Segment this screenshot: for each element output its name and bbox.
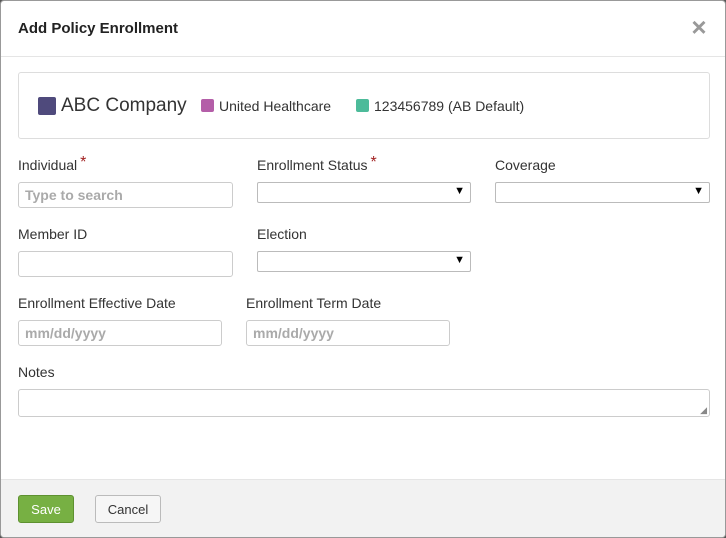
coverage-select[interactable]: ▼ <box>495 182 710 203</box>
add-policy-enrollment-dialog: Add Policy Enrollment × ABC Company Unit… <box>0 0 726 538</box>
dialog-title: Add Policy Enrollment <box>18 20 179 37</box>
individual-label-text: Individual <box>18 157 78 173</box>
enrollment-status-label-text: Enrollment Status <box>257 157 368 173</box>
company-info: ABC Company <box>38 73 187 138</box>
cancel-button[interactable]: Cancel <box>95 495 161 523</box>
individual-search-input[interactable] <box>18 182 233 208</box>
carrier-info: United Healthcare <box>201 73 331 138</box>
effective-date-input[interactable] <box>18 320 222 346</box>
resize-grip-icon[interactable]: ◢ <box>700 406 707 415</box>
dialog-header: Add Policy Enrollment × <box>1 1 725 57</box>
notes-textarea[interactable]: ◢ <box>18 389 710 417</box>
company-color-swatch <box>38 96 56 115</box>
term-date-label: Enrollment Term Date <box>246 295 382 311</box>
group-name: 123456789 (AB Default) <box>374 97 525 114</box>
save-button[interactable]: Save <box>18 495 74 523</box>
term-date-input[interactable] <box>246 320 450 346</box>
chevron-down-icon: ▼ <box>693 185 704 197</box>
notes-label: Notes <box>18 364 55 380</box>
effective-date-label: Enrollment Effective Date <box>18 295 176 311</box>
enrollment-status-select[interactable]: ▼ <box>257 182 471 203</box>
group-info: 123456789 (AB Default) <box>356 73 524 138</box>
required-marker: * <box>80 154 87 171</box>
required-marker: * <box>370 154 377 171</box>
coverage-label: Coverage <box>495 157 556 173</box>
carrier-name: United Healthcare <box>219 97 332 114</box>
chevron-down-icon: ▼ <box>454 185 465 197</box>
enrollment-status-label: Enrollment Status * <box>257 154 377 175</box>
policy-info-panel: ABC Company United Healthcare 123456789 … <box>18 72 710 139</box>
group-color-swatch <box>356 99 369 112</box>
individual-label: Individual * <box>18 154 87 175</box>
chevron-down-icon: ▼ <box>454 254 465 266</box>
member-id-input[interactable] <box>18 251 233 277</box>
close-icon[interactable]: × <box>689 14 709 40</box>
carrier-color-swatch <box>201 99 214 112</box>
dialog-footer: Save Cancel <box>1 479 725 537</box>
member-id-label: Member ID <box>18 226 88 242</box>
election-select[interactable]: ▼ <box>257 251 471 272</box>
election-label: Election <box>257 226 307 242</box>
company-name: ABC Company <box>61 94 187 116</box>
